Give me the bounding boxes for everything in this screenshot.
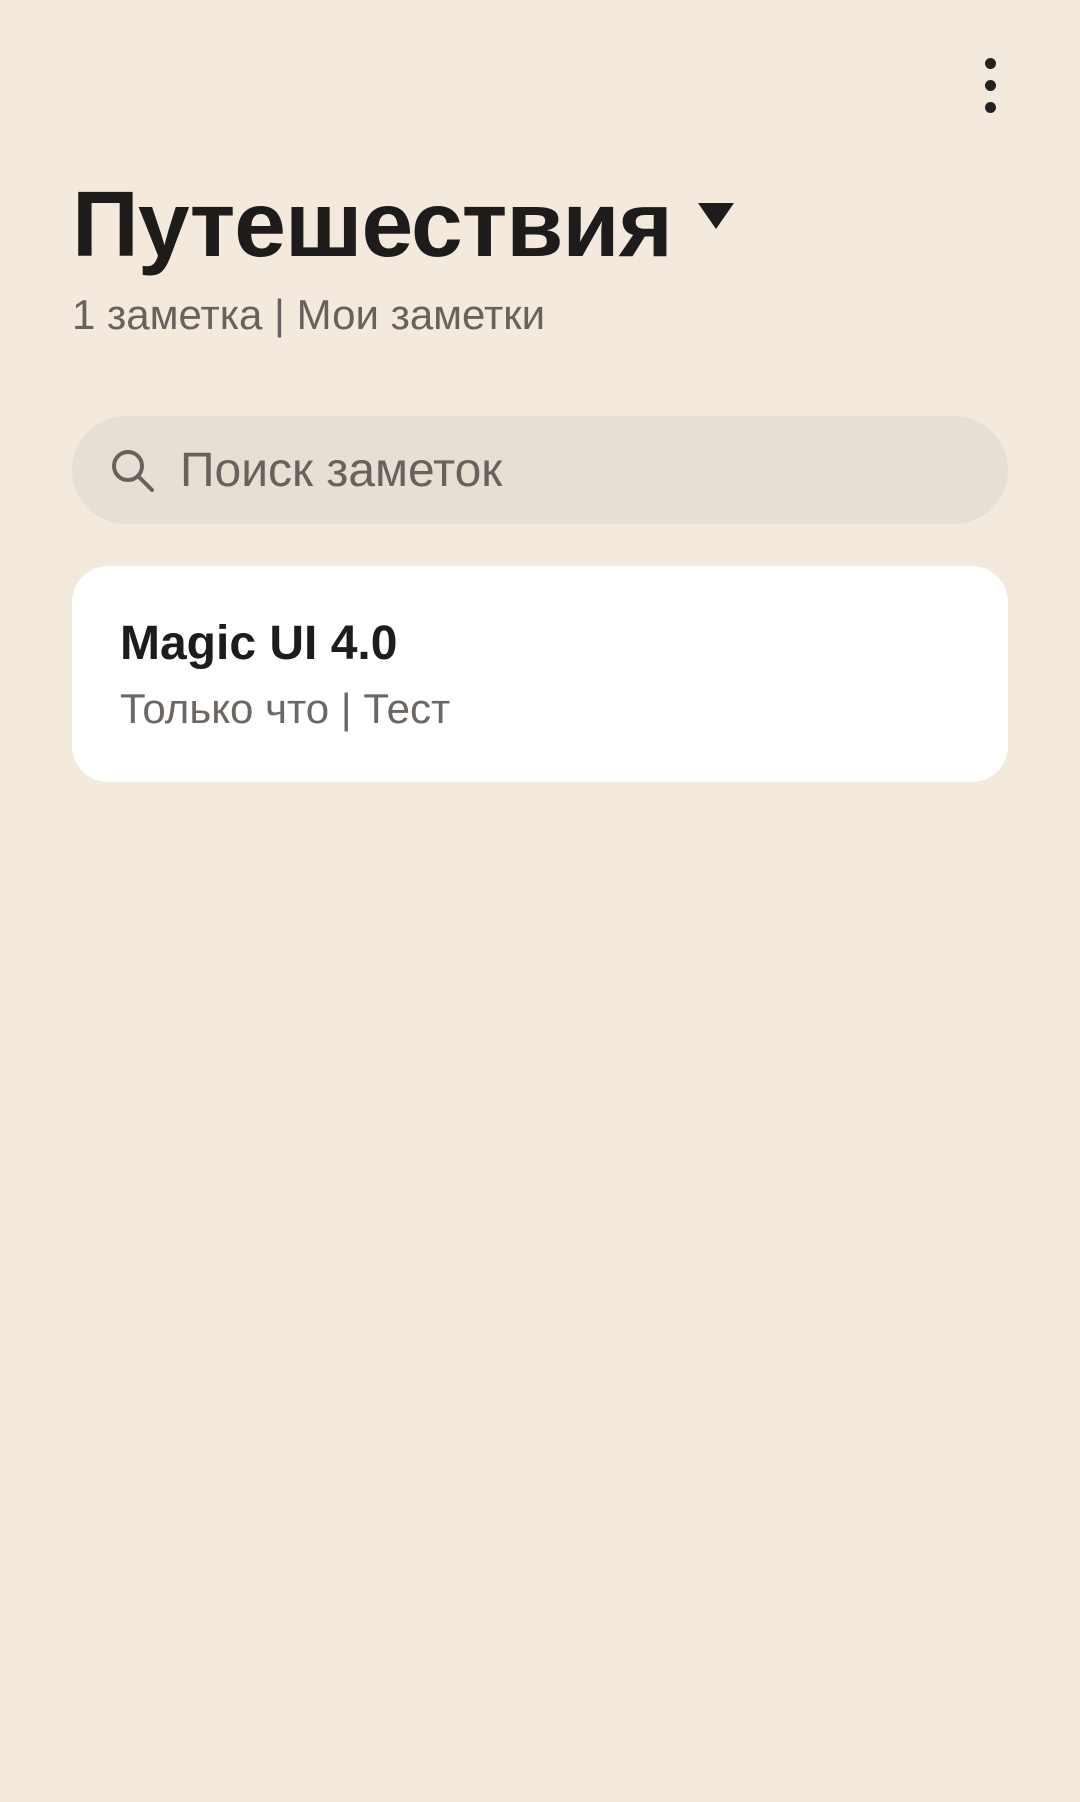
search-input[interactable]: Поиск заметок	[72, 416, 1008, 524]
more-vertical-icon	[984, 101, 996, 113]
search-icon	[112, 450, 154, 492]
more-vertical-icon	[984, 57, 996, 69]
notes-count-subtitle: 1 заметка | Мои заметки	[72, 291, 546, 338]
triangle-down-icon	[697, 202, 734, 229]
more-options-button[interactable]	[960, 50, 1020, 120]
note-title: Magic UI 4.0	[120, 617, 398, 670]
search-placeholder: Поиск заметок	[180, 443, 503, 497]
note-meta: Только что | Тест	[120, 685, 451, 732]
more-vertical-icon	[984, 79, 996, 91]
page-title: Путешествия	[72, 172, 673, 276]
folder-selector[interactable]: Путешествия	[72, 178, 734, 271]
note-card[interactable]: Magic UI 4.0 Только что | Тест	[72, 566, 1008, 782]
